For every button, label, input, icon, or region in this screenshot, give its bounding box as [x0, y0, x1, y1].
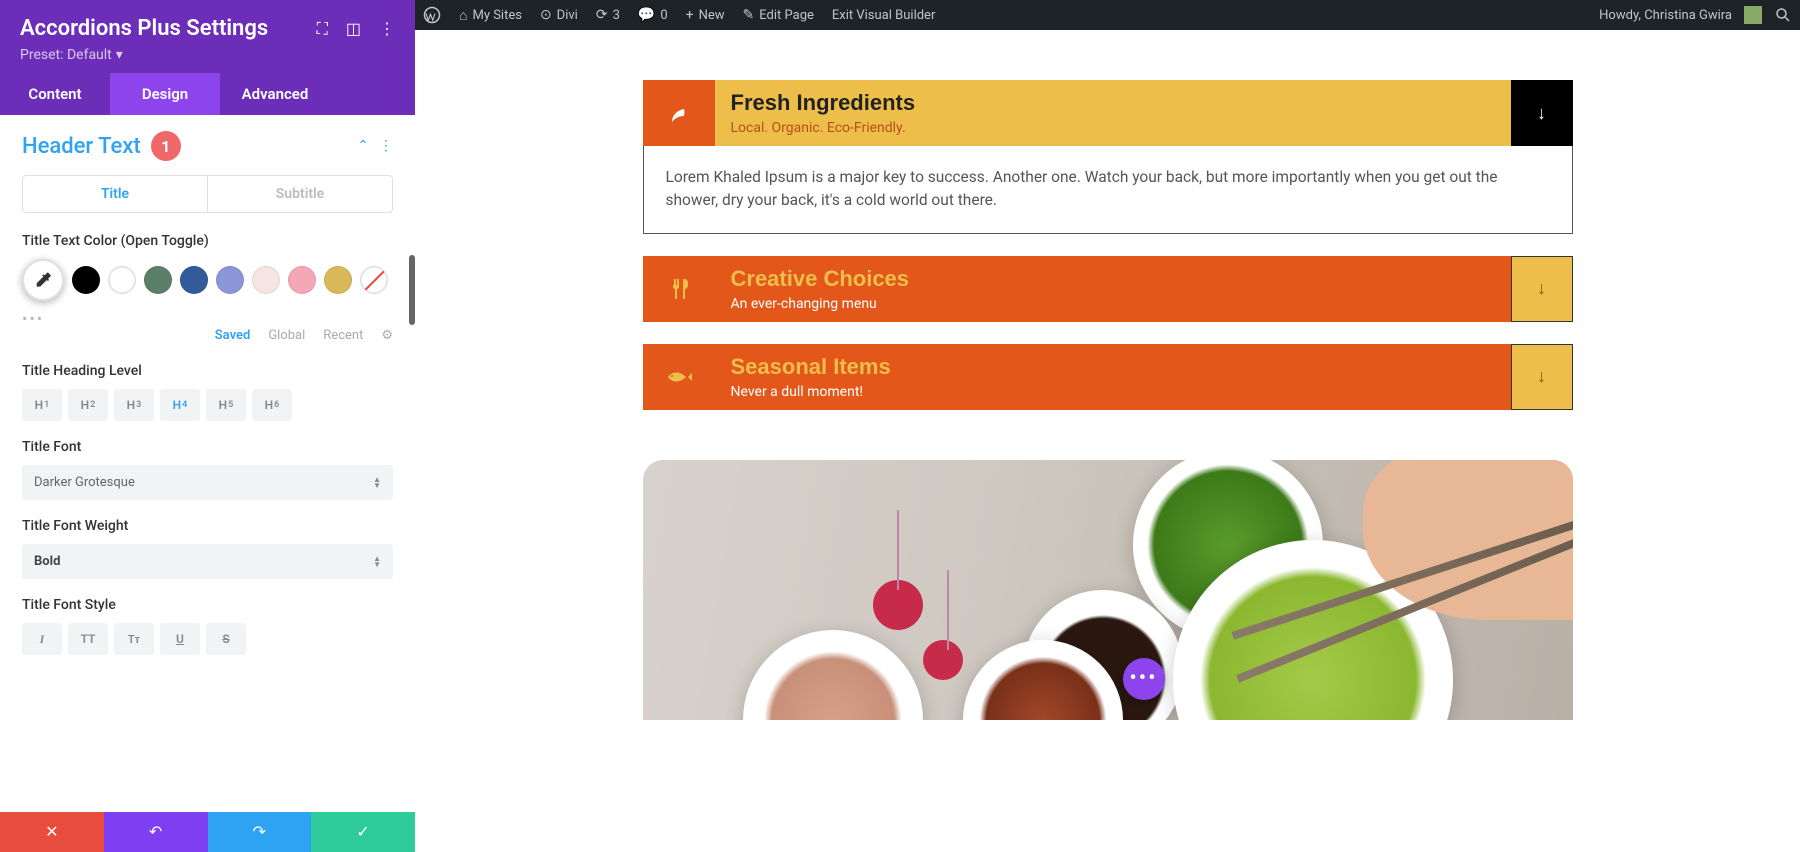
swatch-pink[interactable] [288, 266, 316, 294]
accordion-header[interactable]: Fresh Ingredients Local. Organic. Eco-Fr… [643, 80, 1573, 146]
module-title: Accordions Plus Settings [20, 16, 317, 41]
save-button[interactable]: ✓ [311, 812, 415, 852]
heading-h1[interactable]: H1 [22, 389, 62, 421]
subtab-subtitle[interactable]: Subtitle [208, 176, 392, 212]
accordion-item: Fresh Ingredients Local. Organic. Eco-Fr… [643, 80, 1573, 234]
wp-logo[interactable] [423, 6, 441, 24]
comments-link[interactable]: 💬0 [638, 7, 668, 23]
weight-select[interactable]: Bold ▲▼ [22, 544, 393, 579]
new-link[interactable]: +New [686, 7, 725, 23]
arrow-down-icon[interactable]: ↓ [1511, 80, 1573, 146]
avatar[interactable] [1744, 6, 1762, 24]
radish [873, 580, 923, 630]
search-icon[interactable] [1774, 6, 1792, 24]
palette-recent[interactable]: Recent [323, 328, 363, 343]
swatch-gold[interactable] [324, 266, 352, 294]
bowl-salt [743, 630, 923, 720]
fish-icon [643, 344, 715, 410]
heading-h6[interactable]: H6 [252, 389, 292, 421]
more-swatches-icon[interactable]: ••• [22, 309, 393, 328]
redo-button[interactable]: ↷ [208, 812, 312, 852]
accordion-subtitle: Local. Organic. Eco-Friendly. [731, 120, 1495, 136]
accordion-header[interactable]: Creative Choices An ever-changing menu ↓ [643, 256, 1573, 322]
arrow-down-icon[interactable]: ↓ [1511, 344, 1573, 410]
accordion-title: Fresh Ingredients [731, 90, 1495, 116]
chopsticks [1223, 470, 1573, 690]
color-label: Title Text Color (Open Toggle) [22, 233, 393, 249]
swatch-navy[interactable] [180, 266, 208, 294]
section-menu-icon[interactable]: ⋮ [379, 138, 393, 154]
my-sites-link[interactable]: ⌂My Sites [459, 7, 522, 24]
expand-icon[interactable]: ⛶ [317, 19, 328, 39]
sidebar-footer: ✕ ↶ ↷ ✓ [0, 812, 415, 852]
subtabs: Title Subtitle [22, 175, 393, 213]
accordion-subtitle: Never a dull moment! [731, 384, 1495, 400]
exit-visual-builder[interactable]: Exit Visual Builder [832, 8, 935, 23]
eyedropper-swatch[interactable] [22, 259, 64, 301]
collapse-icon[interactable]: ⌃ [357, 138, 369, 154]
style-underline[interactable]: U [160, 623, 200, 655]
style-label: Title Font Style [22, 597, 393, 613]
section-badge: 1 [151, 131, 181, 161]
select-caret-icon: ▲▼ [373, 477, 381, 489]
heading-level-label: Title Heading Level [22, 363, 393, 379]
accordion-title: Seasonal Items [731, 354, 1495, 380]
preset-selector[interactable]: Preset: Default ▾ [20, 47, 395, 63]
settings-sidebar: Accordions Plus Settings ⛶ ◫ ⋮ Preset: D… [0, 0, 415, 852]
edit-page-link[interactable]: ✎Edit Page [743, 7, 814, 23]
cancel-button[interactable]: ✕ [0, 812, 104, 852]
tab-design[interactable]: Design [110, 73, 220, 115]
main-tabs: Content Design Advanced [0, 73, 415, 115]
palette-global[interactable]: Global [268, 328, 305, 343]
weight-label: Title Font Weight [22, 518, 393, 534]
heading-h3[interactable]: H3 [114, 389, 154, 421]
columns-icon[interactable]: ◫ [346, 19, 361, 39]
font-select[interactable]: Darker Grotesque ▲▼ [22, 465, 393, 500]
swatch-blush[interactable] [252, 266, 280, 294]
heading-h5[interactable]: H5 [206, 389, 246, 421]
font-label: Title Font [22, 439, 393, 455]
site-link[interactable]: ⊙Divi [540, 7, 578, 23]
style-uppercase[interactable]: TT [68, 623, 108, 655]
heading-h4[interactable]: H4 [160, 389, 200, 421]
module-fab[interactable]: ••• [1123, 658, 1165, 700]
caret-down-icon: ▾ [116, 47, 123, 63]
preview-pane: Fresh Ingredients Local. Organic. Eco-Fr… [415, 0, 1800, 852]
tab-content[interactable]: Content [0, 73, 110, 115]
tab-advanced[interactable]: Advanced [220, 73, 330, 115]
undo-button[interactable]: ↶ [104, 812, 208, 852]
accordion-item: Seasonal Items Never a dull moment! ↓ [643, 344, 1573, 410]
swatch-periwinkle[interactable] [216, 266, 244, 294]
select-caret-icon: ▲▼ [373, 556, 381, 568]
section-header-text[interactable]: Header Text [22, 134, 141, 159]
style-smallcaps[interactable]: Tᴛ [114, 623, 154, 655]
leaf-icon [643, 80, 715, 146]
style-italic[interactable]: I [22, 623, 62, 655]
swatch-white[interactable] [108, 266, 136, 294]
kebab-icon[interactable]: ⋮ [379, 19, 395, 39]
hero-image: ••• [643, 460, 1573, 720]
howdy-user[interactable]: Howdy, Christina Gwira [1599, 8, 1732, 23]
palette-saved[interactable]: Saved [215, 328, 251, 343]
sidebar-header: Accordions Plus Settings ⛶ ◫ ⋮ Preset: D… [0, 0, 415, 73]
accordion-body: Lorem Khaled Ipsum is a major key to suc… [643, 146, 1573, 234]
swatch-none[interactable] [360, 266, 388, 294]
wp-adminbar: ⌂My Sites ⊙Divi ⟳3 💬0 +New ✎Edit Page Ex… [415, 0, 1800, 30]
radish [923, 640, 963, 680]
style-strikethrough[interactable]: S [206, 623, 246, 655]
subtab-title[interactable]: Title [23, 176, 208, 212]
accordion-subtitle: An ever-changing menu [731, 296, 1495, 312]
utensils-icon [643, 256, 715, 322]
updates-link[interactable]: ⟳3 [596, 7, 620, 23]
palette-settings-icon[interactable]: ⚙ [381, 328, 393, 343]
arrow-down-icon[interactable]: ↓ [1511, 256, 1573, 322]
accordion-header[interactable]: Seasonal Items Never a dull moment! ↓ [643, 344, 1573, 410]
accordion-title: Creative Choices [731, 266, 1495, 292]
swatch-black[interactable] [72, 266, 100, 294]
accordion-item: Creative Choices An ever-changing menu ↓ [643, 256, 1573, 322]
heading-h2[interactable]: H2 [68, 389, 108, 421]
swatch-green[interactable] [144, 266, 172, 294]
